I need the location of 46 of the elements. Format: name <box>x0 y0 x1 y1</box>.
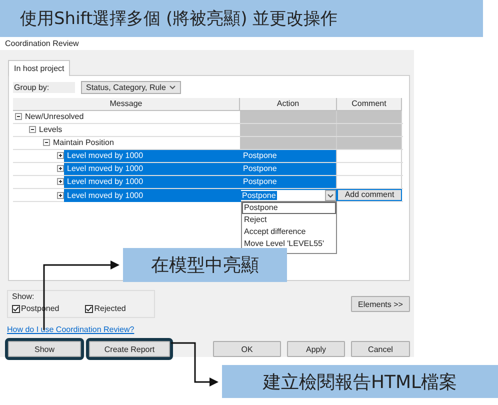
collapse-icon[interactable] <box>15 113 22 120</box>
action-dropdown[interactable]: Postpone <box>240 188 337 202</box>
column-header[interactable]: Comment <box>337 98 402 111</box>
message-cell[interactable]: Level moved by 1000 <box>64 150 240 162</box>
group-by-dropdown[interactable]: Status, Category, Rule <box>81 81 181 94</box>
dropdown-option[interactable]: Reject <box>242 214 336 226</box>
action-cell[interactable]: Postpone <box>240 176 337 188</box>
action-cell[interactable]: Postpone <box>240 162 337 175</box>
elements-button[interactable]: Elements >> <box>351 296 410 312</box>
message-cell[interactable]: Level moved by 1000 <box>64 176 240 188</box>
expand-icon[interactable] <box>57 192 64 199</box>
dialog-button[interactable]: Create Report <box>89 341 170 357</box>
expand-icon[interactable] <box>57 152 64 160</box>
dropdown-option[interactable]: Move Level 'LEVEL55' <box>242 238 336 250</box>
dialog-button[interactable]: Cancel <box>351 341 410 357</box>
collapse-icon[interactable] <box>29 126 36 134</box>
column-header[interactable]: Message <box>13 98 240 111</box>
tree-item[interactable]: New/Unresolved <box>22 110 240 123</box>
dialog-button[interactable]: Apply <box>287 341 345 357</box>
tree-item[interactable]: Maintain Position <box>50 136 240 149</box>
caret-icon[interactable] <box>325 190 336 201</box>
dropdown-option[interactable]: Accept difference <box>242 226 336 238</box>
dialog-button[interactable]: Show <box>8 341 81 357</box>
expand-icon[interactable] <box>57 165 64 172</box>
callout: 建立檢閱報告HTML檔案 <box>222 365 498 398</box>
checkbox[interactable] <box>85 304 94 312</box>
column-header[interactable]: Action <box>240 98 337 111</box>
expand-icon[interactable] <box>57 178 64 186</box>
tree-item[interactable]: Levels <box>36 124 240 136</box>
collapse-icon[interactable] <box>43 139 50 146</box>
message-cell[interactable]: Level moved by 1000 <box>64 162 240 175</box>
message-cell[interactable]: Level moved by 1000 <box>64 188 240 202</box>
action-cell[interactable]: Postpone <box>240 150 337 162</box>
dropdown-option[interactable]: Postpone <box>242 202 336 214</box>
callout: 在模型中亮顯 <box>123 248 287 282</box>
checkbox[interactable] <box>12 304 20 312</box>
dialog-button[interactable]: OK <box>213 341 281 357</box>
checkbox-label: Rejected <box>94 304 126 313</box>
caret-icon <box>169 85 176 90</box>
group-by-label: Group by: <box>13 82 75 94</box>
tab[interactable]: In host project <box>8 60 70 76</box>
instruction-banner: 使用Shift選擇多個 (將被亮顯) 並更改操作 <box>0 0 483 37</box>
add-comment-button[interactable]: Add comment <box>337 188 402 201</box>
arrow <box>171 342 218 386</box>
dialog-title: Coordination Review <box>5 38 79 48</box>
show-label: Show: <box>12 292 36 301</box>
